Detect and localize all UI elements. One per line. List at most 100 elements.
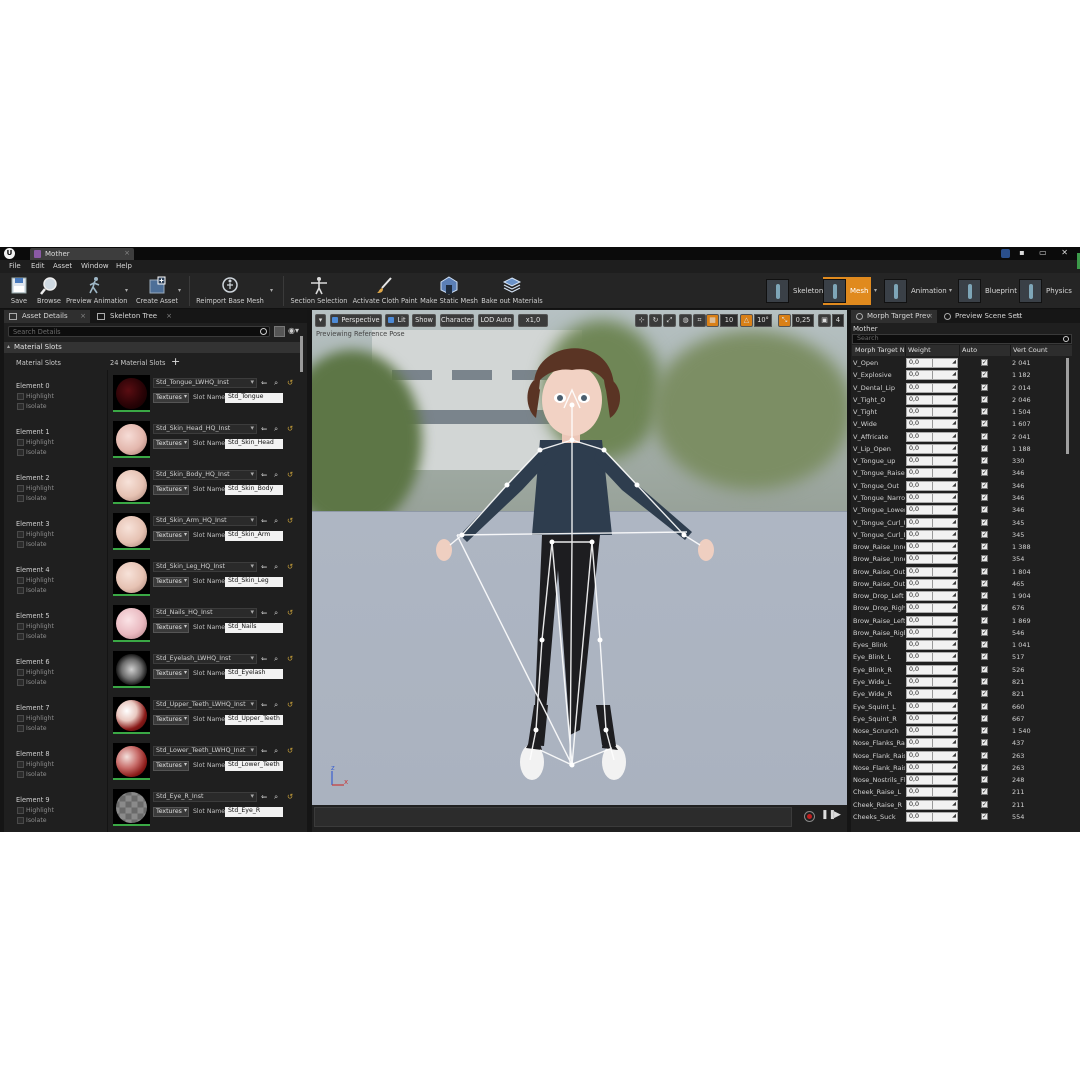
character-button[interactable]: Character — [440, 314, 474, 327]
skeleton-mode-tab[interactable]: Skeleton — [766, 277, 823, 305]
morph-weight-input[interactable]: 0,0 — [906, 591, 958, 602]
morph-weight-input[interactable]: 0,0 — [906, 492, 958, 503]
browse-button[interactable]: Browse — [34, 275, 64, 307]
highlight-checkbox[interactable] — [17, 577, 24, 584]
material-thumbnail[interactable] — [113, 559, 150, 596]
viewport-options-icon[interactable]: ▾ — [315, 314, 326, 327]
morph-target-row[interactable]: Eye_Blink_R 0,0 ✓ 526 — [852, 664, 1072, 676]
auto-checkbox[interactable]: ✓ — [981, 469, 988, 477]
auto-checkbox[interactable]: ✓ — [981, 420, 988, 428]
morph-weight-input[interactable]: 0,0 — [906, 358, 958, 368]
morph-weight-input[interactable]: 0,0 — [906, 811, 958, 822]
textures-dropdown[interactable]: Textures — [153, 669, 189, 679]
slot-name-input[interactable]: Std_Skin_Head — [225, 439, 283, 449]
use-selected-asset-icon[interactable]: ⇐ — [261, 378, 267, 387]
auto-checkbox[interactable]: ✓ — [981, 543, 988, 551]
search-details-input[interactable]: Search Details — [8, 326, 270, 337]
isolate-checkbox[interactable] — [17, 403, 24, 410]
morph-target-row[interactable]: V_Tongue_Lower0,0 ✓ 346 — [852, 504, 1072, 516]
morph-weight-input[interactable]: 0,0 — [906, 627, 958, 638]
auto-checkbox[interactable]: ✓ — [981, 457, 988, 465]
material-selector[interactable]: Std_Eye_R_Inst — [153, 792, 257, 802]
make-static-mesh-button[interactable]: Make Static Mesh — [420, 275, 478, 307]
auto-checkbox[interactable]: ✓ — [981, 432, 988, 440]
morph-weight-input[interactable]: 0,0 — [906, 468, 958, 479]
reimport-base-mesh-button[interactable]: Reimport Base Mesh — [196, 275, 264, 307]
auto-checkbox[interactable]: ✓ — [981, 395, 988, 403]
physics-mode-tab[interactable]: Physics — [1019, 277, 1077, 305]
step-forward-icon[interactable]: ▶ — [834, 810, 841, 820]
material-selector[interactable]: Std_Eyelash_LWHQ_Inst — [153, 654, 257, 664]
morph-target-row[interactable]: V_Explosive 0,0 ✓ 1 182 — [852, 369, 1072, 381]
morph-weight-input[interactable]: 0,0 — [906, 407, 958, 418]
close-tab-icon[interactable]: × — [1015, 312, 1021, 320]
add-material-slot-icon[interactable]: + — [171, 355, 180, 368]
close-tab-icon[interactable]: × — [124, 249, 130, 257]
morph-target-row[interactable]: Brow_Raise_Inner0,0 ✓ 1 388 — [852, 541, 1072, 553]
perspective-button[interactable]: Perspective — [330, 314, 382, 327]
lod-button[interactable]: LOD Auto — [478, 314, 514, 327]
textures-dropdown[interactable]: Textures — [153, 485, 189, 495]
isolate-checkbox[interactable] — [17, 495, 24, 502]
browse-asset-icon[interactable]: ⌕ — [274, 654, 278, 664]
material-selector[interactable]: Std_Nails_HQ_Inst — [153, 608, 257, 618]
reset-to-default-icon[interactable]: ↺ — [287, 654, 293, 663]
mesh-mode-dropdown-icon[interactable]: ▾ — [874, 287, 877, 294]
auto-checkbox[interactable]: ✓ — [981, 555, 988, 563]
animation-mode-tab[interactable]: Animation — [884, 277, 947, 305]
textures-dropdown[interactable]: Textures — [153, 761, 189, 771]
auto-checkbox[interactable]: ✓ — [981, 616, 988, 624]
textures-dropdown[interactable]: Textures — [153, 715, 189, 725]
close-tab-icon[interactable]: × — [80, 312, 86, 320]
auto-checkbox[interactable]: ✓ — [981, 776, 988, 784]
lit-button[interactable]: Lit — [385, 314, 409, 327]
morph-target-row[interactable]: V_Open 0,0 ✓ 2 041 — [852, 357, 1072, 369]
slot-name-input[interactable]: Std_Nails — [225, 623, 283, 633]
reset-to-default-icon[interactable]: ↺ — [287, 516, 293, 525]
auto-checkbox[interactable]: ✓ — [981, 714, 988, 722]
auto-checkbox[interactable]: ✓ — [981, 359, 988, 366]
morph-weight-input[interactable]: 0,0 — [906, 419, 958, 430]
auto-checkbox[interactable]: ✓ — [981, 506, 988, 514]
morph-target-row[interactable]: V_Tongue_Curl_U0,0 ✓ 345 — [852, 517, 1072, 529]
isolate-checkbox[interactable] — [17, 725, 24, 732]
highlight-checkbox[interactable] — [17, 669, 24, 676]
morph-weight-input[interactable]: 0,0 — [906, 615, 958, 626]
highlight-checkbox[interactable] — [17, 393, 24, 400]
morph-target-row[interactable]: V_Tongue_up 0,0 ✓ 330 — [852, 455, 1072, 467]
use-selected-asset-icon[interactable]: ⇐ — [261, 654, 267, 663]
close-tab-icon[interactable]: × — [927, 312, 933, 320]
material-thumbnail[interactable] — [113, 651, 150, 688]
preview-animation-dropdown-icon[interactable]: ▾ — [125, 287, 128, 294]
material-selector[interactable]: Std_Tongue_LWHQ_Inst — [153, 378, 257, 388]
morph-target-row[interactable]: Nose_Flank_Raise0,0 ✓ 263 — [852, 750, 1072, 762]
animation-mode-dropdown-icon[interactable]: ▾ — [949, 287, 952, 294]
highlight-checkbox[interactable] — [17, 485, 24, 492]
morph-weight-input[interactable]: 0,0 — [906, 554, 958, 565]
browse-asset-icon[interactable]: ⌕ — [274, 746, 278, 756]
morph-weight-input[interactable]: 0,0 — [906, 652, 958, 663]
morph-weight-input[interactable]: 0,0 — [906, 529, 958, 540]
use-selected-asset-icon[interactable]: ⇐ — [261, 516, 267, 525]
rotation-snap-value[interactable]: 10° — [754, 314, 772, 327]
browse-asset-icon[interactable]: ⌕ — [274, 562, 278, 572]
menu-help[interactable]: Help — [116, 262, 132, 270]
material-thumbnail[interactable] — [113, 605, 150, 642]
browse-asset-icon[interactable]: ⌕ — [274, 378, 278, 388]
use-selected-asset-icon[interactable]: ⇐ — [261, 608, 267, 617]
auto-checkbox[interactable]: ✓ — [981, 444, 988, 452]
reset-to-default-icon[interactable]: ↺ — [287, 746, 293, 755]
highlight-checkbox[interactable] — [17, 761, 24, 768]
morph-target-row[interactable]: Brow_Raise_Left0,0 ✓ 1 869 — [852, 615, 1072, 627]
auto-checkbox[interactable]: ✓ — [981, 800, 988, 808]
record-icon[interactable] — [804, 811, 815, 822]
morph-target-row[interactable]: V_Tight 0,0 ✓ 1 504 — [852, 406, 1072, 418]
browse-asset-icon[interactable]: ⌕ — [274, 792, 278, 802]
slot-name-input[interactable]: Std_Skin_Leg — [225, 577, 283, 587]
isolate-checkbox[interactable] — [17, 771, 24, 778]
reset-to-default-icon[interactable]: ↺ — [287, 378, 293, 387]
use-selected-asset-icon[interactable]: ⇐ — [261, 470, 267, 479]
create-asset-dropdown-icon[interactable]: ▾ — [178, 287, 181, 294]
eye-visibility-icon[interactable]: ◉▾ — [288, 326, 299, 335]
browse-asset-icon[interactable]: ⌕ — [274, 516, 278, 526]
